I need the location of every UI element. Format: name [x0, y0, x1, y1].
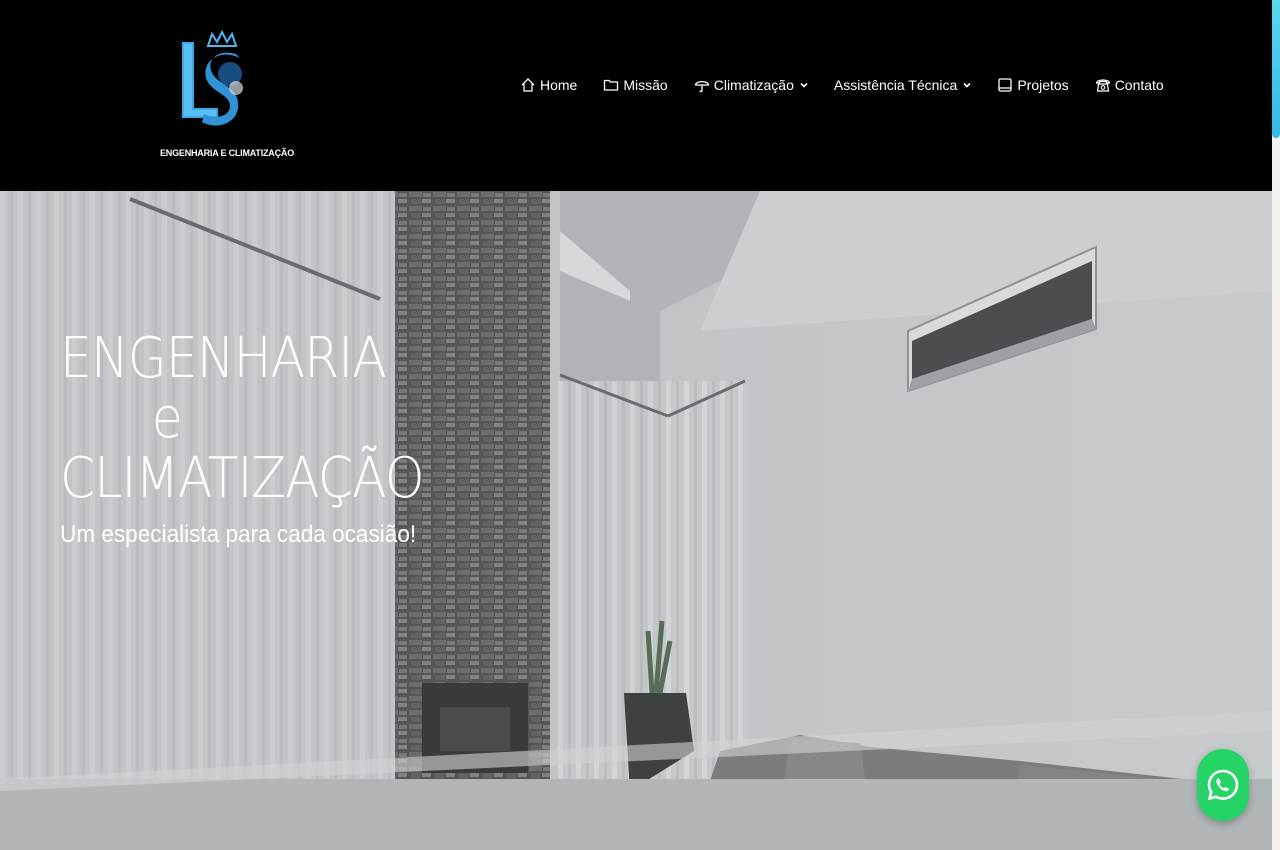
nav-label-missao: Missão — [623, 77, 668, 93]
folder-icon — [604, 79, 619, 91]
logo-caption: ENGENHARIA E CLIMATIZAÇÃO — [160, 148, 294, 158]
company-logo[interactable]: ENGENHARIA E CLIMATIZAÇÃO — [160, 28, 294, 163]
nav-label-climatizacao: Climatização — [713, 77, 794, 93]
chevron-down-icon — [963, 82, 971, 88]
main-nav: Home Missão Climatização Assistência Téc… — [520, 72, 1164, 98]
nav-item-missao[interactable]: Missão — [603, 77, 668, 93]
chevron-down-icon — [800, 82, 808, 88]
logo-mark-icon — [182, 29, 243, 126]
whatsapp-icon — [1207, 769, 1239, 801]
tablet-icon — [998, 78, 1012, 92]
hero-title: ENGENHARIA e CLIMATIZAÇÃO — [60, 326, 425, 511]
hero-title-line3: CLIMATIZAÇÃO — [60, 446, 425, 511]
hero-subtitle: Um especialista para cada ocasião! — [60, 521, 417, 548]
nav-label-assistencia-tecnica: Assistência Técnica — [833, 77, 958, 93]
hero-title-line1: ENGENHARIA — [60, 326, 387, 391]
nav-label-projetos: Projetos — [1017, 77, 1069, 93]
nav-item-projetos[interactable]: Projetos — [997, 77, 1069, 93]
whatsapp-chat-button[interactable] — [1197, 749, 1249, 821]
hero-banner: ENGENHARIA e CLIMATIZAÇÃO Um especialist… — [0, 191, 1272, 850]
nav-item-home[interactable]: Home — [520, 77, 577, 93]
hero-title-line2: e — [151, 386, 183, 451]
scrollbar-thumb[interactable] — [1272, 0, 1280, 138]
phone-icon — [1095, 79, 1110, 92]
page-scrollbar[interactable] — [1272, 0, 1280, 850]
site-header: ENGENHARIA E CLIMATIZAÇÃO Home Missão Cl… — [0, 0, 1272, 191]
nav-item-assistencia-tecnica[interactable]: Assistência Técnica — [834, 77, 971, 93]
nav-item-climatizacao[interactable]: Climatização — [694, 77, 808, 93]
home-icon — [521, 78, 535, 92]
nav-item-contato[interactable]: Contato — [1095, 77, 1164, 93]
umbrella-icon — [694, 80, 709, 93]
nav-label-home: Home — [540, 77, 578, 93]
nav-label-contato: Contato — [1114, 77, 1164, 93]
